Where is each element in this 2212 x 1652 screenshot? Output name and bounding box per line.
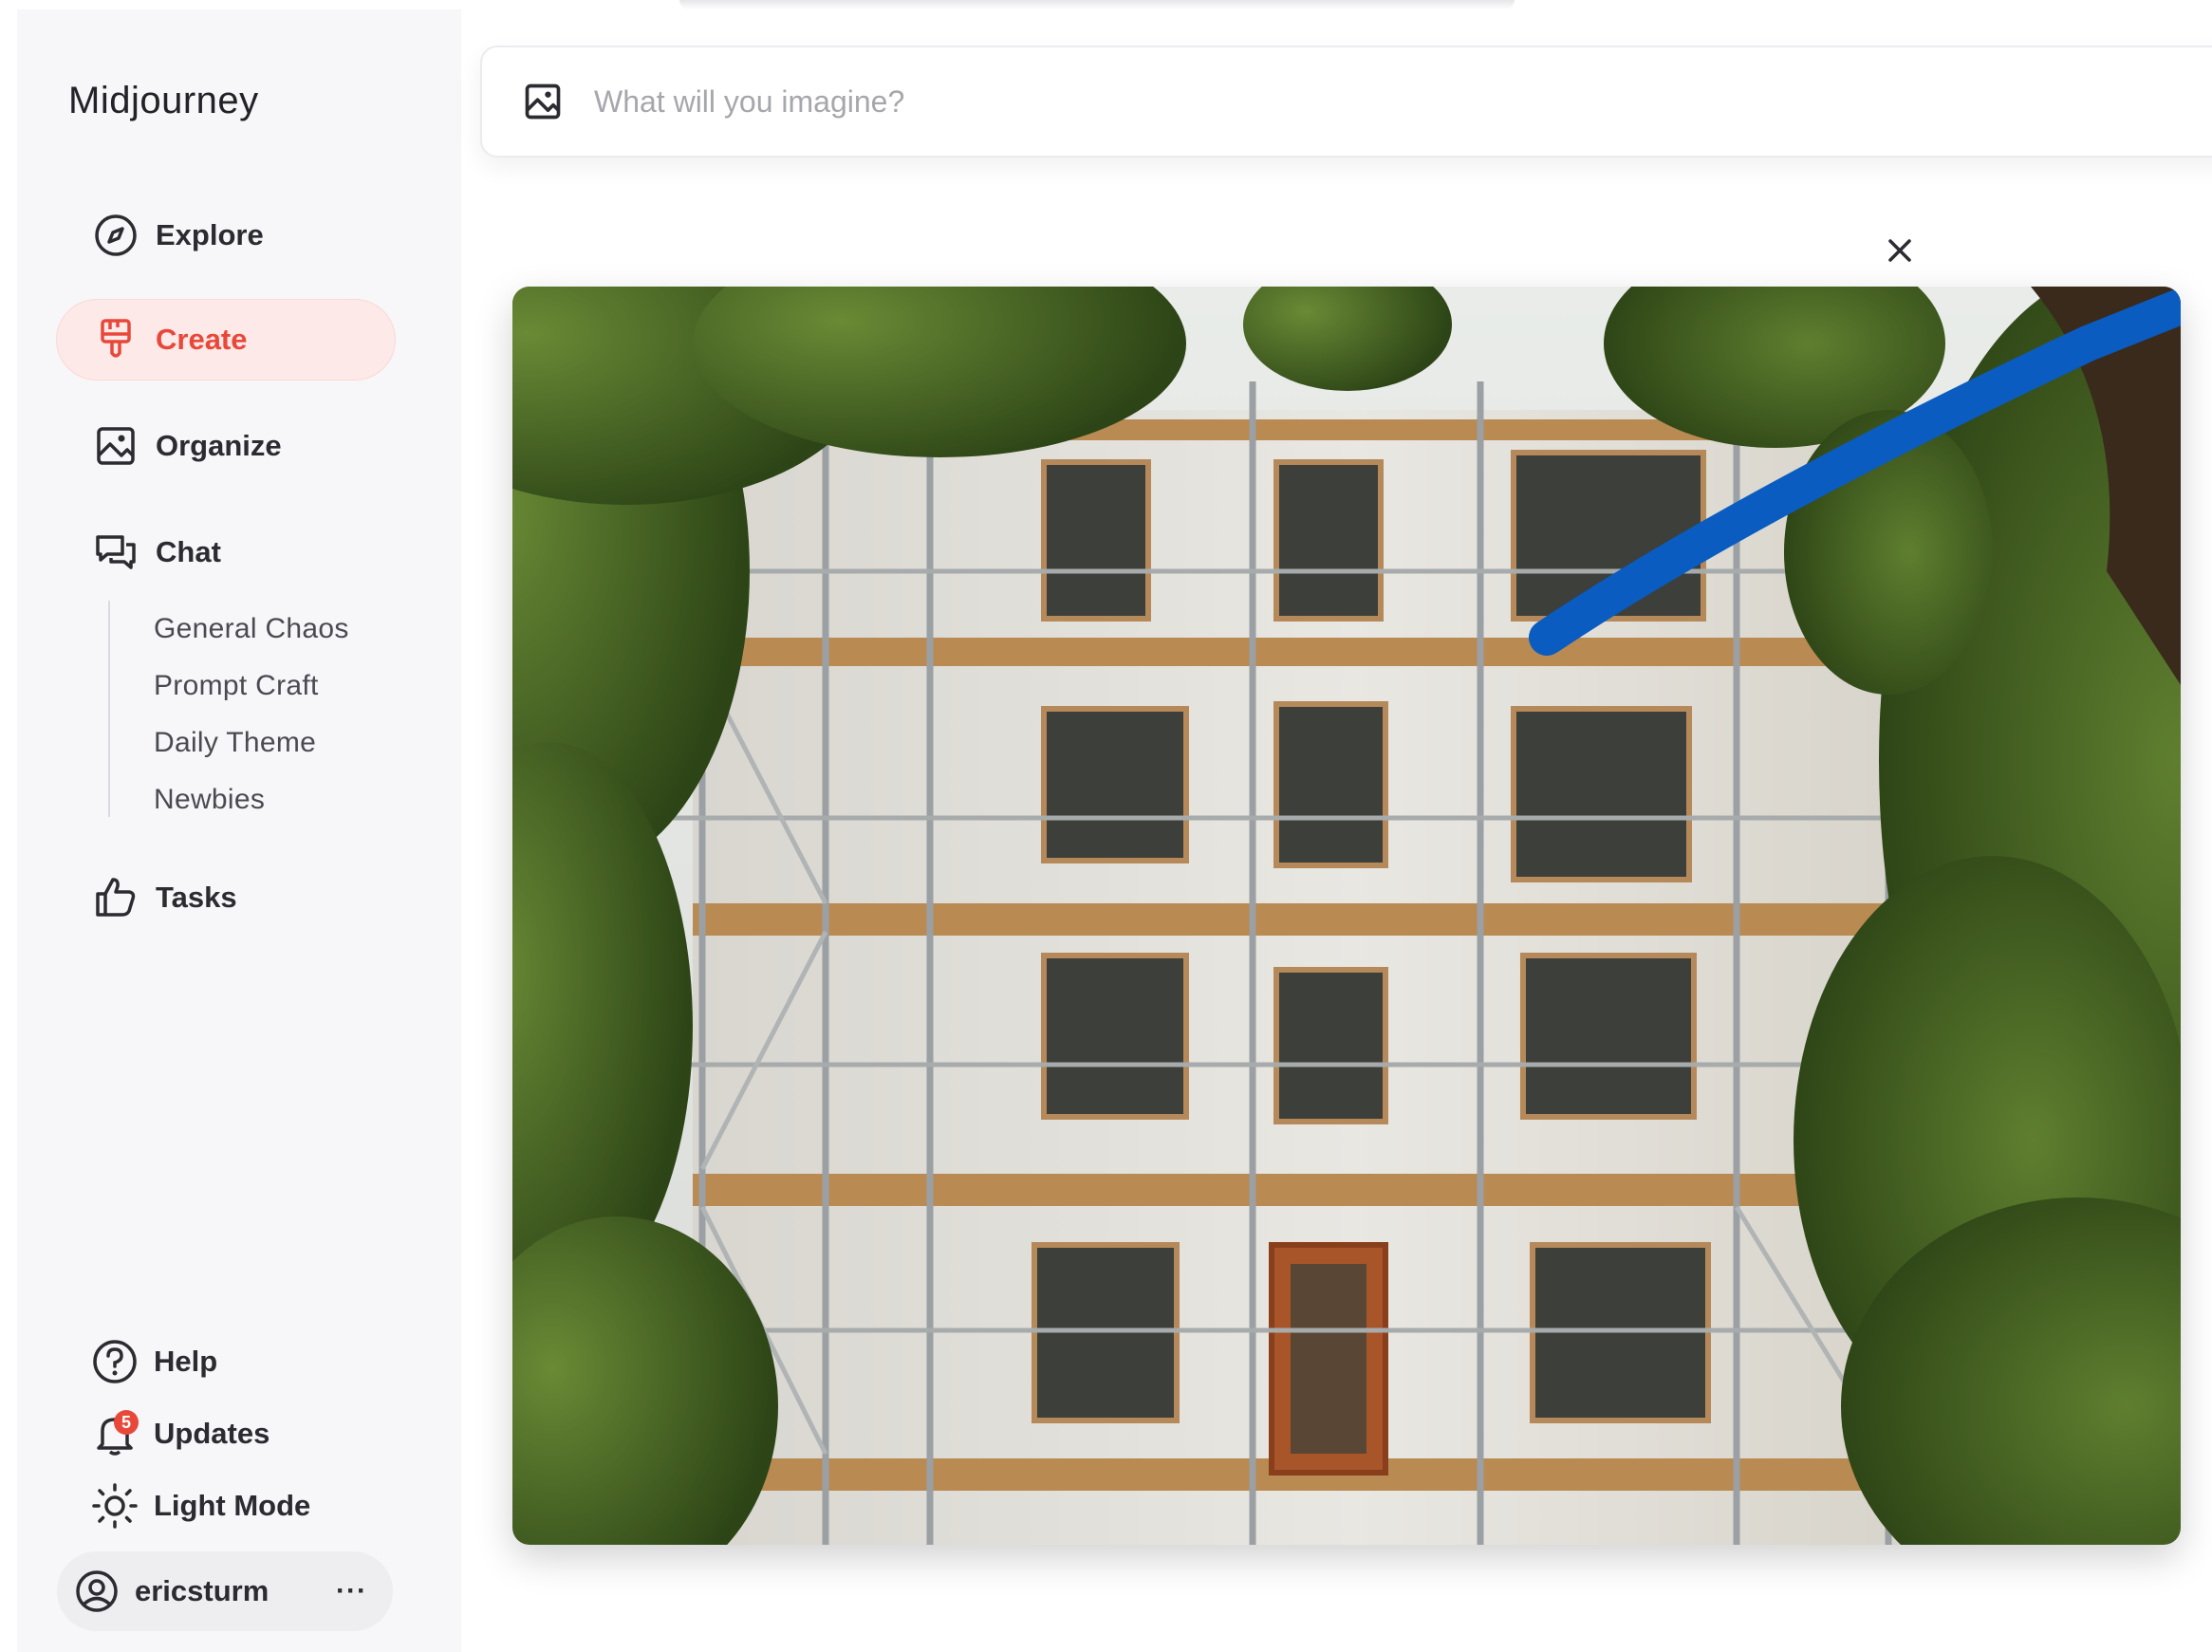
light-mode-toggle[interactable]: Light Mode [57,1473,395,1539]
sun-icon [89,1480,140,1531]
image-gallery-icon [91,421,140,471]
light-mode-label: Light Mode [154,1489,311,1522]
main-area [461,0,2212,1652]
chat-room-prompt-craft[interactable]: Prompt Craft [154,670,319,702]
chat-room-newbies[interactable]: Newbies [154,784,265,816]
image-upload-icon[interactable] [520,79,566,124]
nav-organize[interactable]: Organize [57,406,395,486]
close-viewer-button[interactable] [1871,222,1928,279]
nav-help[interactable]: Help [57,1328,395,1395]
nav-create[interactable]: Create [57,300,395,380]
sidebar: Midjourney Explore Create Organize Chat [17,9,461,1652]
nav-tasks-label: Tasks [156,881,237,914]
username: ericsturm [135,1574,270,1607]
nav-tasks[interactable]: Tasks [57,858,395,937]
compass-icon [91,211,140,260]
generated-image[interactable] [512,287,2181,1545]
nav-chat-label: Chat [156,535,221,568]
nav-create-label: Create [156,323,248,356]
nav-organize-label: Organize [156,429,282,462]
more-options-button[interactable]: ··· [336,1575,393,1607]
thumbs-up-icon [91,873,140,922]
updates-badge: 5 [114,1410,139,1435]
annotation-stroke [1529,288,2181,656]
top-edge [679,0,1515,9]
nav-explore[interactable]: Explore [57,195,395,275]
prompt-bar[interactable] [480,46,2212,158]
chat-room-general-chaos[interactable]: General Chaos [154,613,349,645]
chat-bubbles-icon [91,528,140,577]
brush-icon [91,315,140,364]
chat-rooms-divider [108,601,110,817]
nav-chat[interactable]: Chat [57,512,395,592]
brand-logo[interactable]: Midjourney [68,80,259,122]
nav-help-label: Help [154,1345,218,1378]
app-window: Midjourney Explore Create Organize Chat [0,0,2212,1652]
user-avatar-icon [72,1567,121,1616]
nav-updates[interactable]: 5 Updates [57,1401,395,1467]
chat-room-daily-theme[interactable]: Daily Theme [154,727,316,759]
bell-icon: 5 [89,1408,140,1459]
user-account-pill[interactable]: ericsturm ··· [57,1551,393,1631]
nav-explore-label: Explore [156,218,264,251]
close-icon [1888,239,1911,262]
prompt-input[interactable] [594,84,1828,120]
help-icon [89,1336,140,1387]
nav-updates-label: Updates [154,1417,270,1450]
